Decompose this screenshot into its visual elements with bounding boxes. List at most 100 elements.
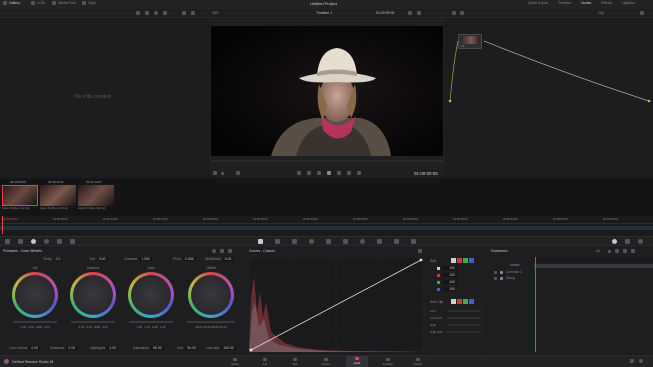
quick-export-button[interactable]: Quick Export	[528, 1, 548, 5]
more-icon[interactable]	[228, 249, 232, 253]
key-icon[interactable]	[377, 239, 382, 244]
channel-red-button[interactable]	[457, 258, 462, 263]
wheel-value-g[interactable]: 25.00	[212, 325, 219, 329]
shadows-field[interactable]: 0.00	[66, 346, 78, 350]
split-icon[interactable]	[191, 11, 195, 15]
temp-field[interactable]: 0.0	[53, 257, 63, 261]
clip-item[interactable]: 03:40:09:09 Apple ProRes 422 HQ	[2, 180, 38, 214]
wheel-value-g[interactable]: 0.00	[94, 325, 100, 329]
page-fairlight[interactable]: Fairlight	[378, 357, 398, 367]
soft-link-button[interactable]	[451, 299, 456, 304]
topbar-luts[interactable]: LUTs	[37, 1, 45, 5]
qualifier-icon[interactable]	[292, 239, 297, 244]
soft-red-button[interactable]	[457, 299, 462, 304]
curves-icon[interactable]	[258, 239, 263, 244]
nodes-toggle[interactable]: Nodes	[581, 1, 591, 5]
viewer-mode-icon[interactable]	[182, 11, 186, 15]
rgb-mixer-icon[interactable]	[57, 239, 62, 244]
page-fusion[interactable]: Fusion	[318, 357, 334, 367]
page-deliver[interactable]: Deliver	[410, 357, 426, 367]
gallery-icon[interactable]	[3, 1, 7, 5]
wheel-slider[interactable]	[187, 321, 235, 323]
curve-graph[interactable]	[249, 257, 423, 352]
wheel-value-r[interactable]: 0.00	[86, 325, 92, 329]
wheel-value-b[interactable]: 1.00	[160, 325, 166, 329]
page-edit[interactable]: Edit	[288, 357, 302, 367]
playhead[interactable]	[2, 216, 3, 234]
warper-icon[interactable]	[275, 239, 280, 244]
page-cut[interactable]: Cut	[258, 357, 272, 367]
skip-forward-icon[interactable]	[347, 171, 351, 175]
mini-timeline[interactable]: 01:00:00:00 01:00:05:00 01:00:10:00 01:0…	[0, 216, 653, 234]
more-options-icon[interactable]	[417, 11, 421, 15]
expand-icon[interactable]	[494, 271, 497, 274]
timeline-toggle[interactable]: Timeline	[558, 1, 571, 5]
clip-select[interactable]: Clip	[598, 11, 604, 15]
eyedropper-icon[interactable]	[213, 171, 217, 175]
wheel-gain[interactable]: Gain 1.00 1.00 1.00 1.00	[125, 266, 177, 342]
wheel-value-b[interactable]: 25.00	[220, 325, 227, 329]
viewer-scrubber[interactable]	[211, 160, 443, 162]
keyframe-track-master[interactable]: Master	[488, 263, 653, 269]
settings-icon[interactable]	[639, 359, 643, 363]
step-forward-icon[interactable]	[337, 171, 341, 175]
edit-value-r[interactable]: 100	[443, 273, 457, 277]
3d-icon[interactable]	[411, 239, 416, 244]
edit-value-b[interactable]: 100	[443, 287, 457, 291]
channel-blue-button[interactable]	[469, 258, 474, 263]
channel-link-button[interactable]	[451, 258, 456, 263]
node-options-icon[interactable]	[640, 11, 644, 15]
wheel-value-y[interactable]: 0.00	[78, 325, 84, 329]
color-wheel[interactable]	[12, 272, 58, 318]
blur-icon[interactable]	[360, 239, 365, 244]
wheel-value-r[interactable]: 25.00	[204, 325, 211, 329]
clips-icon[interactable]	[82, 1, 86, 5]
contrast-field[interactable]: 1.000	[139, 257, 152, 261]
chevron-down-icon[interactable]	[608, 249, 611, 253]
audio-icon[interactable]	[236, 171, 240, 175]
hue-field[interactable]: 50.00	[185, 346, 199, 350]
tracker-icon[interactable]	[326, 239, 331, 244]
soft-low-slider[interactable]	[447, 310, 481, 312]
loop-icon[interactable]	[357, 171, 361, 175]
wheel-slider[interactable]	[13, 321, 57, 323]
home-icon[interactable]	[630, 359, 634, 363]
wheel-value-g[interactable]: 1.00	[152, 325, 158, 329]
soft-high-soft-slider[interactable]	[447, 331, 481, 333]
soft-high-slider[interactable]	[447, 324, 481, 326]
edit-value-y[interactable]: 100	[443, 266, 457, 270]
grid-icon[interactable]	[136, 11, 140, 15]
topbar-clips[interactable]: Clips	[88, 1, 96, 5]
wheel-lift[interactable]: Lift 0.00 0.00 0.00 0.00	[9, 266, 61, 342]
zoom-out-icon[interactable]	[615, 249, 619, 253]
clip-item[interactable]: 09:49:43:21 Apple ProRes 422 HQ	[40, 180, 76, 214]
wheels-mode-icon[interactable]	[212, 249, 216, 253]
lightbox-toggle[interactable]: Lightbox	[622, 1, 635, 5]
timeline-name[interactable]: Timeline 1	[316, 11, 332, 15]
wheel-value-b[interactable]: 0.00	[102, 325, 108, 329]
wheel-value-y[interactable]: 25.00	[196, 325, 203, 329]
wheel-slider[interactable]	[129, 321, 173, 323]
topbar-media-pool[interactable]: Media Pool	[58, 1, 76, 5]
saturation-field[interactable]: 50.00	[150, 346, 164, 350]
motion-effects-icon[interactable]	[70, 239, 75, 244]
wheel-slider[interactable]	[71, 321, 115, 323]
expand-icon[interactable]	[494, 277, 497, 280]
hand-icon[interactable]	[460, 11, 464, 15]
zoom-level[interactable]: 38%	[212, 11, 219, 15]
node-01[interactable]: 01	[458, 34, 482, 49]
soft-green-button[interactable]	[463, 299, 468, 304]
color-wheel[interactable]	[70, 272, 116, 318]
magic-mask-icon[interactable]	[343, 239, 348, 244]
wheel-value-b[interactable]: 0.00	[44, 325, 50, 329]
highlights-field[interactable]: 0.00	[107, 346, 119, 350]
more-icon[interactable]	[163, 11, 167, 15]
topbar-gallery[interactable]: Gallery	[9, 1, 20, 5]
color-wheels-icon[interactable]	[31, 239, 36, 244]
more-icon[interactable]	[418, 249, 422, 253]
wheel-gamma[interactable]: Gamma 0.00 0.00 0.00 0.00	[67, 266, 119, 342]
reset-icon[interactable]	[220, 249, 224, 253]
wheel-value-y[interactable]: 1.00	[136, 325, 142, 329]
viewer-options-icon[interactable]	[408, 11, 412, 15]
zoom-in-icon[interactable]	[623, 249, 627, 253]
